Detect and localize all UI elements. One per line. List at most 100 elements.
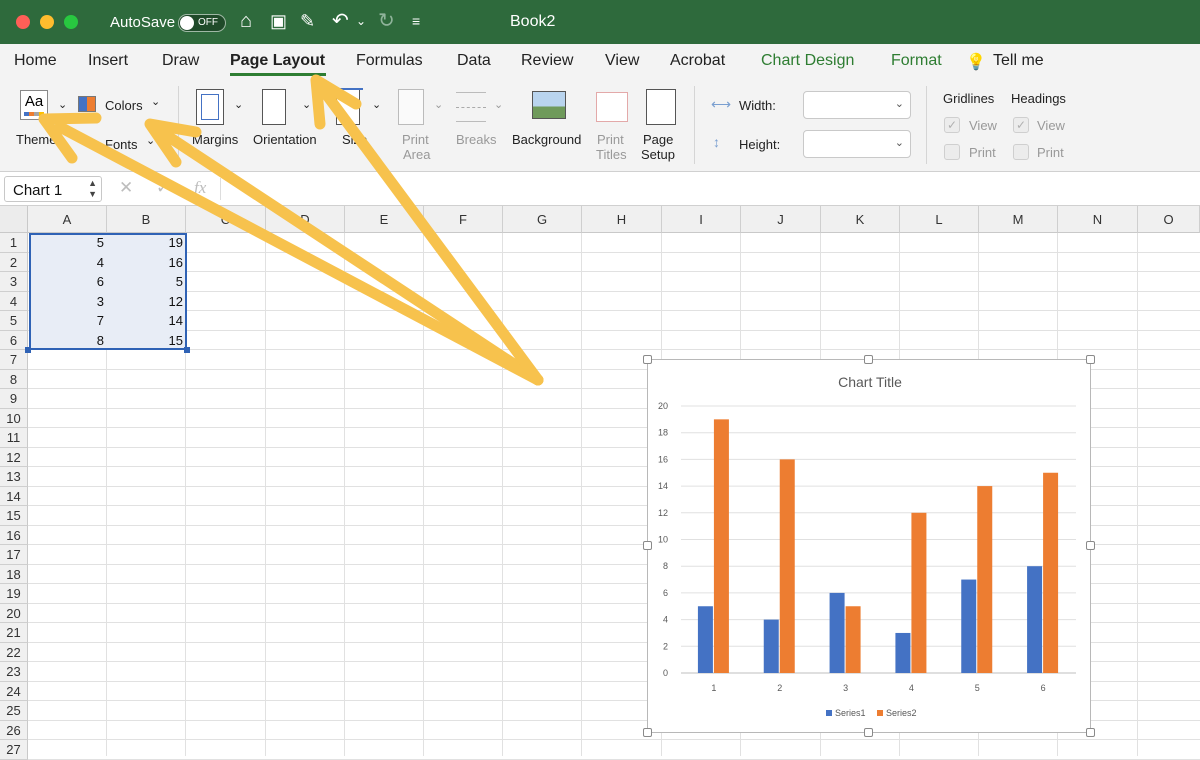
column-header-k[interactable]: K	[821, 206, 900, 233]
tab-review[interactable]: Review	[521, 52, 573, 70]
cell-a6[interactable]: 8	[30, 333, 104, 348]
selection-handle[interactable]	[25, 347, 31, 353]
row-header-13[interactable]: 13	[0, 467, 28, 487]
tab-view[interactable]: View	[605, 52, 639, 70]
row-header-16[interactable]: 16	[0, 525, 28, 545]
bar-series1-4[interactable]	[895, 632, 911, 673]
column-header-b[interactable]: B	[107, 206, 186, 233]
cell-a2[interactable]: 4	[30, 255, 104, 270]
themes-button[interactable]: Themes	[16, 132, 63, 147]
size-button[interactable]: Size	[342, 132, 367, 147]
colors-dropdown-icon[interactable]: ⌄	[151, 95, 160, 108]
column-header-i[interactable]: I	[662, 206, 741, 233]
bar-series1-3[interactable]	[829, 592, 845, 673]
column-header-g[interactable]: G	[503, 206, 582, 233]
chart-resize-handle[interactable]	[864, 728, 873, 737]
row-header-15[interactable]: 15	[0, 506, 28, 526]
background-icon[interactable]	[532, 91, 566, 119]
name-box-stepper-icon[interactable]: ▲ ▼	[88, 178, 97, 200]
row-header-11[interactable]: 11	[0, 428, 28, 448]
chart-resize-handle[interactable]	[864, 355, 873, 364]
column-header-j[interactable]: J	[741, 206, 821, 233]
chart-resize-handle[interactable]	[643, 355, 652, 364]
row-header-21[interactable]: 21	[0, 623, 28, 643]
tab-draw[interactable]: Draw	[162, 52, 199, 70]
tab-page-layout[interactable]: Page Layout	[230, 52, 325, 70]
row-header-9[interactable]: 9	[0, 389, 28, 409]
column-header-n[interactable]: N	[1058, 206, 1138, 233]
selection-handle[interactable]	[184, 347, 190, 353]
row-header-12[interactable]: 12	[0, 447, 28, 467]
row-header-6[interactable]: 6	[0, 330, 28, 350]
margins-dropdown-icon[interactable]: ⌄	[234, 98, 243, 111]
bar-series1-6[interactable]	[1027, 566, 1043, 673]
row-header-25[interactable]: 25	[0, 701, 28, 721]
bar-series2-4[interactable]	[911, 512, 927, 673]
tab-home[interactable]: Home	[14, 52, 57, 70]
bar-series2-3[interactable]	[845, 606, 861, 673]
chart-resize-handle[interactable]	[643, 728, 652, 737]
worksheet-grid[interactable]: ABCDEFGHIJKLMNO 1 2 3 4 5 6 7 8 9 10 11 12 13 14 15 16 1…	[0, 206, 1200, 760]
tell-me-search[interactable]: Tell me	[993, 52, 1044, 70]
row-header-27[interactable]: 27	[0, 740, 28, 760]
size-icon[interactable]	[333, 88, 363, 125]
row-header-23[interactable]: 23	[0, 662, 28, 682]
row-header-24[interactable]: 24	[0, 681, 28, 701]
legend-label-series2[interactable]: Series2	[886, 708, 917, 718]
column-header-m[interactable]: M	[979, 206, 1058, 233]
cell-b5[interactable]: 14	[109, 313, 183, 328]
legend-label-series1[interactable]: Series1	[835, 708, 866, 718]
tab-insert[interactable]: Insert	[88, 52, 128, 70]
name-box[interactable]: Chart 1 ▲ ▼	[4, 176, 102, 202]
bar-series1-1[interactable]	[697, 606, 713, 673]
row-header-18[interactable]: 18	[0, 564, 28, 584]
background-button[interactable]: Background	[512, 132, 581, 147]
cell-a3[interactable]: 6	[30, 274, 104, 289]
tab-chart-design[interactable]: Chart Design	[761, 52, 854, 70]
cell-a4[interactable]: 3	[30, 294, 104, 309]
row-header-20[interactable]: 20	[0, 603, 28, 623]
fonts-dropdown-icon[interactable]: ⌄	[146, 134, 155, 147]
row-header-17[interactable]: 17	[0, 545, 28, 565]
column-header-h[interactable]: H	[582, 206, 662, 233]
bar-series1-5[interactable]	[961, 579, 977, 673]
chart-resize-handle[interactable]	[1086, 541, 1095, 550]
row-header-2[interactable]: 2	[0, 252, 28, 272]
chart-object[interactable]: Chart Title 0 2 4 6 8 10 12 14 16 18 20 123456 Ser…	[647, 359, 1091, 733]
column-header-e[interactable]: E	[345, 206, 424, 233]
chart-resize-handle[interactable]	[1086, 728, 1095, 737]
bar-series2-6[interactable]	[1043, 472, 1059, 673]
row-header-10[interactable]: 10	[0, 408, 28, 428]
orientation-icon[interactable]	[262, 89, 286, 125]
tab-acrobat[interactable]: Acrobat	[670, 52, 725, 70]
height-dropdown[interactable]: ⌄	[803, 130, 911, 158]
size-dropdown-icon[interactable]: ⌄	[372, 98, 381, 111]
column-header-c[interactable]: C	[186, 206, 266, 233]
fonts-button[interactable]: Fonts	[105, 137, 138, 152]
bar-series2-2[interactable]	[779, 459, 795, 673]
themes-icon[interactable]: Aa	[20, 90, 48, 120]
chart-title[interactable]: Chart Title	[838, 374, 902, 390]
orientation-dropdown-icon[interactable]: ⌄	[302, 98, 311, 111]
cell-a1[interactable]: 5	[30, 235, 104, 250]
row-header-22[interactable]: 22	[0, 642, 28, 662]
cell-a5[interactable]: 7	[30, 313, 104, 328]
tab-format[interactable]: Format	[891, 52, 942, 70]
tab-formulas[interactable]: Formulas	[356, 52, 423, 70]
tab-data[interactable]: Data	[457, 52, 491, 70]
page-setup-label-1[interactable]: Page	[643, 132, 673, 147]
cell-b2[interactable]: 16	[109, 255, 183, 270]
row-header-26[interactable]: 26	[0, 720, 28, 740]
themes-dropdown-icon[interactable]: ⌄	[58, 98, 67, 111]
colors-button[interactable]: Colors	[105, 98, 143, 113]
orientation-button[interactable]: Orientation	[253, 132, 317, 147]
bar-series1-2[interactable]	[763, 619, 779, 673]
cell-b6[interactable]: 15	[109, 333, 183, 348]
page-setup-icon[interactable]	[646, 89, 676, 125]
page-setup-label-2[interactable]: Setup	[641, 147, 675, 162]
row-header-7[interactable]: 7	[0, 350, 28, 370]
row-header-1[interactable]: 1	[0, 233, 28, 253]
bar-series2-1[interactable]	[713, 419, 729, 673]
margins-icon[interactable]	[196, 89, 224, 125]
column-header-d[interactable]: D	[266, 206, 345, 233]
